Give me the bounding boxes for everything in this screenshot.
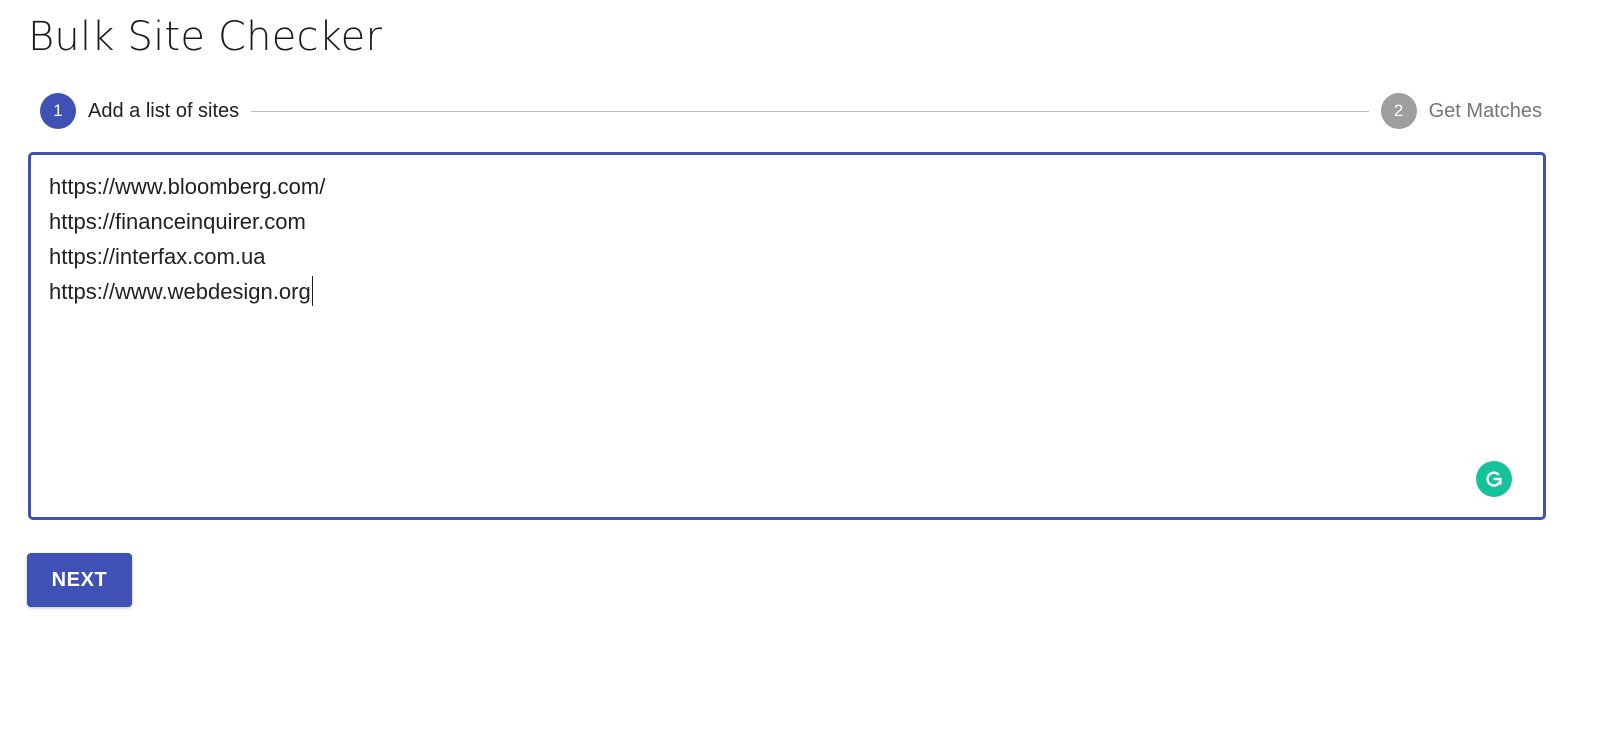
- sites-list: https://www.bloomberg.com/ https://finan…: [49, 169, 325, 309]
- page-title: Bulk Site Checker: [28, 14, 383, 60]
- stepper: 1 Add a list of sites 2 Get Matches: [40, 92, 1542, 130]
- site-line: https://www.bloomberg.com/: [49, 174, 326, 199]
- site-line: https://financeinquirer.com: [49, 209, 306, 234]
- step-connector: [251, 110, 1369, 112]
- page: Bulk Site Checker 1 Add a list of sites …: [0, 0, 1600, 748]
- grammar-assistant-icon[interactable]: [1476, 461, 1512, 497]
- step-1-indicator: 1: [40, 93, 76, 129]
- step-1-label: Add a list of sites: [88, 99, 240, 122]
- site-line-last: https://www.webdesign.org: [49, 274, 325, 309]
- next-button[interactable]: NEXT: [27, 553, 132, 607]
- step-add-sites[interactable]: 1 Add a list of sites: [40, 93, 239, 129]
- site-line: https://interfax.com.ua: [49, 244, 266, 269]
- step-2-label: Get Matches: [1428, 99, 1542, 122]
- sites-textarea[interactable]: https://www.bloomberg.com/ https://finan…: [28, 152, 1546, 520]
- grammar-g-glyph: [1486, 471, 1502, 487]
- step-2-indicator: 2: [1380, 93, 1417, 129]
- step-get-matches[interactable]: 2 Get Matches: [1380, 93, 1542, 129]
- text-caret: [311, 276, 314, 306]
- site-line-text: https://www.webdesign.org: [49, 279, 311, 304]
